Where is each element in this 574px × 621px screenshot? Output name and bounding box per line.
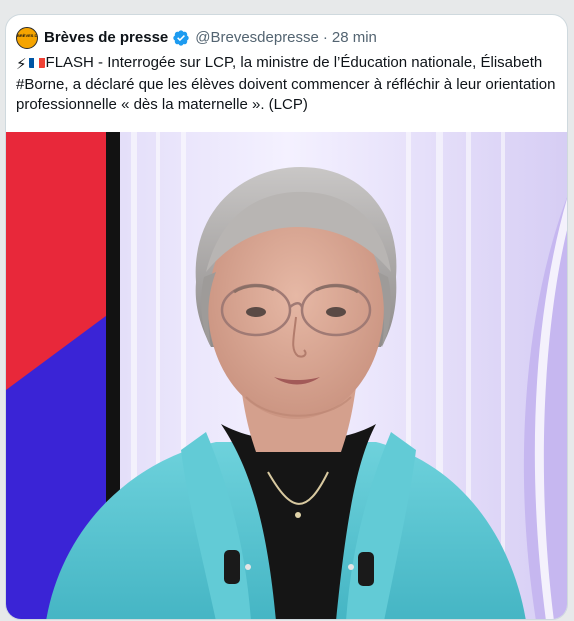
avatar-logo-text: BRÈVES DE PRESSE <box>17 33 38 38</box>
avatar[interactable]: BRÈVES DE PRESSE <box>16 27 38 49</box>
france-flag-icon <box>28 56 45 68</box>
tweet-header: BRÈVES DE PRESSE Brèves de presse @Breve… <box>16 27 377 49</box>
display-name[interactable]: Brèves de presse <box>44 28 168 48</box>
portrait-photo-icon <box>6 132 567 619</box>
verified-badge-icon <box>173 30 189 46</box>
tweet-body: FLASH - Interrogée sur LCP, la ministre … <box>16 54 556 113</box>
lightning-icon: ⚡ <box>16 56 27 73</box>
user-handle[interactable]: @Brevesdepresse <box>195 28 319 48</box>
separator-dot: · <box>322 29 328 46</box>
tweet-card[interactable]: BRÈVES DE PRESSE Brèves de presse @Breve… <box>5 14 568 620</box>
tweet-text: ⚡ FLASH - Interrogée sur LCP, la ministre… <box>16 53 561 115</box>
timestamp[interactable]: 28 min <box>332 28 377 48</box>
tweet-photo[interactable] <box>6 132 567 619</box>
